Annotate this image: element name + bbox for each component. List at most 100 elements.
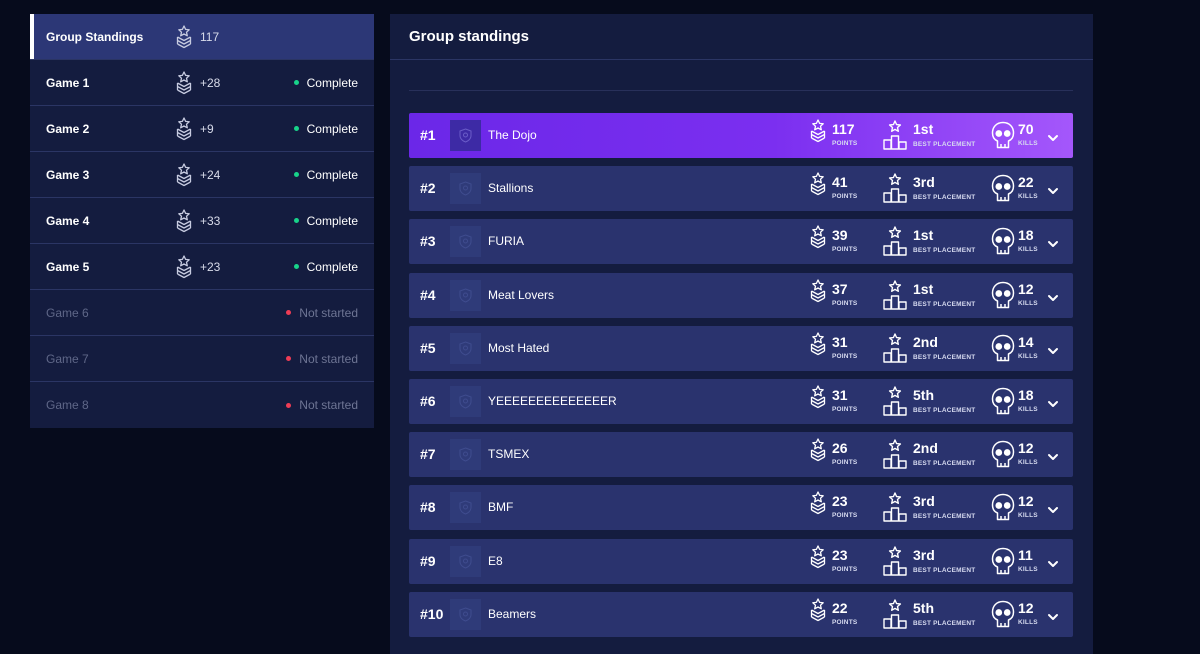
team-kills: 12 xyxy=(1018,599,1034,616)
team-rank: #8 xyxy=(420,499,436,516)
standings-row[interactable]: #9 E8 23 POINTS 3rd BEST PLACEMENT 11 KILLS xyxy=(409,538,1073,584)
skull-icon xyxy=(991,493,1015,527)
sidebar-item-game-1[interactable]: Game 1 +28 Complete xyxy=(30,60,374,106)
team-rank: #7 xyxy=(420,446,436,463)
team-shield-icon xyxy=(450,439,481,471)
kills-label: KILLS xyxy=(1018,140,1038,147)
sidebar-item-game-5[interactable]: Game 5 +23 Complete xyxy=(30,244,374,290)
team-shield-icon xyxy=(450,492,481,524)
skull-icon xyxy=(991,440,1015,474)
team-best-placement: 5th xyxy=(913,599,934,616)
status-badge: Not started xyxy=(286,352,358,366)
status-badge: Complete xyxy=(293,76,358,90)
points-chevron-icon xyxy=(810,438,826,467)
standings-row[interactable]: #5 Most Hated 31 POINTS 2nd BEST PLACEMENT 14 K… xyxy=(409,325,1073,371)
team-shield-icon xyxy=(450,545,481,577)
team-name: Meat Lovers xyxy=(488,287,555,302)
status-text: Not started xyxy=(299,398,358,412)
points-chevron-icon xyxy=(810,119,826,148)
sidebar-item-label: Game 1 xyxy=(46,75,90,90)
sidebar-item-label: Game 3 xyxy=(46,167,90,182)
chevron-down-icon[interactable] xyxy=(1047,449,1059,467)
sidebar-item-points: +24 xyxy=(200,167,221,182)
kills-label: KILLS xyxy=(1018,618,1038,626)
points-chevron-icon xyxy=(810,172,826,201)
standings-row[interactable]: #4 Meat Lovers 37 POINTS 1st BEST PLACEMENT 12… xyxy=(409,272,1073,318)
team-rank: #3 xyxy=(420,233,436,250)
team-best-placement: 3rd xyxy=(913,174,935,191)
team-kills: 18 xyxy=(1018,386,1034,403)
team-points: 37 xyxy=(832,280,848,297)
sidebar-item-label: Game 6 xyxy=(46,305,89,320)
points-chevron-icon xyxy=(176,209,192,233)
team-kills: 70 xyxy=(1018,121,1034,137)
best-placement-label: BEST PLACEMENT xyxy=(913,406,976,414)
skull-icon xyxy=(991,334,1015,368)
team-shield-icon xyxy=(450,598,481,630)
points-chevron-icon xyxy=(176,255,192,279)
status-text: Not started xyxy=(299,305,358,320)
standings-row[interactable]: #7 TSMEX 26 POINTS 2nd BEST PLACEMENT 12 KILLS xyxy=(409,432,1073,478)
skull-icon xyxy=(991,387,1015,421)
points-chevron-icon xyxy=(176,25,192,49)
points-chevron-icon xyxy=(810,598,826,627)
kills-label: KILLS xyxy=(1018,246,1038,254)
points-label: POINTS xyxy=(832,459,858,467)
standings-row[interactable]: #10 Beamers 22 POINTS 5th BEST PLACEMENT 12 KIL… xyxy=(409,591,1073,637)
team-best-placement: 1st xyxy=(913,280,934,297)
points-label: POINTS xyxy=(832,565,858,573)
chevron-down-icon[interactable] xyxy=(1047,502,1059,520)
team-rank: #2 xyxy=(420,180,436,197)
status-badge: Complete xyxy=(293,168,358,182)
status-badge: Not started xyxy=(286,398,358,412)
team-points: 23 xyxy=(832,546,848,563)
status-text: Complete xyxy=(306,121,358,136)
chevron-down-icon[interactable] xyxy=(1047,183,1059,201)
sidebar-item-game-4[interactable]: Game 4 +33 Complete xyxy=(30,198,374,244)
kills-label: KILLS xyxy=(1018,352,1038,360)
sidebar-item-game-3[interactable]: Game 3 +24 Complete xyxy=(30,152,374,198)
best-placement-label: BEST PLACEMENT xyxy=(913,460,976,468)
best-placement-label: BEST PLACEMENT xyxy=(913,619,976,627)
chevron-down-icon[interactable] xyxy=(1047,236,1059,254)
status-badge: Complete xyxy=(293,214,358,228)
chevron-down-icon[interactable] xyxy=(1047,130,1059,148)
team-points: 23 xyxy=(832,493,848,510)
standings-row[interactable]: #1 The Dojo 117 POINTS 1st BEST PLACEMENT 70 KI… xyxy=(409,113,1073,158)
chevron-down-icon[interactable] xyxy=(1047,609,1059,627)
standings-row[interactable]: #3 FURIA 39 POINTS 1st BEST PLACEMENT 18 KILLS xyxy=(409,219,1073,265)
standings-row[interactable]: #2 Stallions 41 POINTS 3rd BEST PLACEMENT 22 KI… xyxy=(409,166,1073,212)
team-name: BMF xyxy=(488,500,514,515)
team-points: 31 xyxy=(832,386,848,403)
chevron-down-icon[interactable] xyxy=(1047,343,1059,361)
team-points: 39 xyxy=(832,227,848,244)
team-best-placement: 2nd xyxy=(913,440,938,457)
podium-star-icon xyxy=(882,439,908,475)
sidebar-item-game-8[interactable]: Game 8 Not started xyxy=(30,382,374,428)
sidebar-item-game-6[interactable]: Game 6 Not started xyxy=(30,290,374,336)
sidebar-item-game-2[interactable]: Game 2 +9 Complete xyxy=(30,106,374,152)
best-placement-label: BEST PLACEMENT xyxy=(913,566,976,574)
points-chevron-icon xyxy=(176,71,192,95)
standings-row[interactable]: #8 BMF 23 POINTS 3rd BEST PLACEMENT 12 KILLS xyxy=(409,485,1073,531)
team-shield-icon xyxy=(450,385,481,417)
team-kills: 22 xyxy=(1018,174,1034,191)
sidebar-item-label: Game 2 xyxy=(46,121,90,136)
team-kills: 11 xyxy=(1018,546,1033,563)
status-badge: Complete xyxy=(293,121,358,136)
team-points: 22 xyxy=(832,599,848,616)
sidebar-item-group-standings[interactable]: Group Standings 117 xyxy=(30,14,374,60)
best-placement-label: BEST PLACEMENT xyxy=(913,300,976,308)
chevron-down-icon[interactable] xyxy=(1047,556,1059,574)
standings-row[interactable]: #6 YEEEEEEEEEEEEEER 31 POINTS 5th BEST PLACEM… xyxy=(409,378,1073,424)
points-label: POINTS xyxy=(832,352,858,360)
chevron-down-icon[interactable] xyxy=(1047,396,1059,414)
team-shield-icon xyxy=(450,173,481,205)
team-name: Most Hated xyxy=(488,340,550,355)
status-dot xyxy=(293,172,299,177)
sidebar-item-game-7[interactable]: Game 7 Not started xyxy=(30,336,374,382)
status-badge: Not started xyxy=(286,306,358,320)
kills-label: KILLS xyxy=(1018,565,1038,573)
points-label: POINTS xyxy=(832,512,858,520)
chevron-down-icon[interactable] xyxy=(1047,290,1059,308)
